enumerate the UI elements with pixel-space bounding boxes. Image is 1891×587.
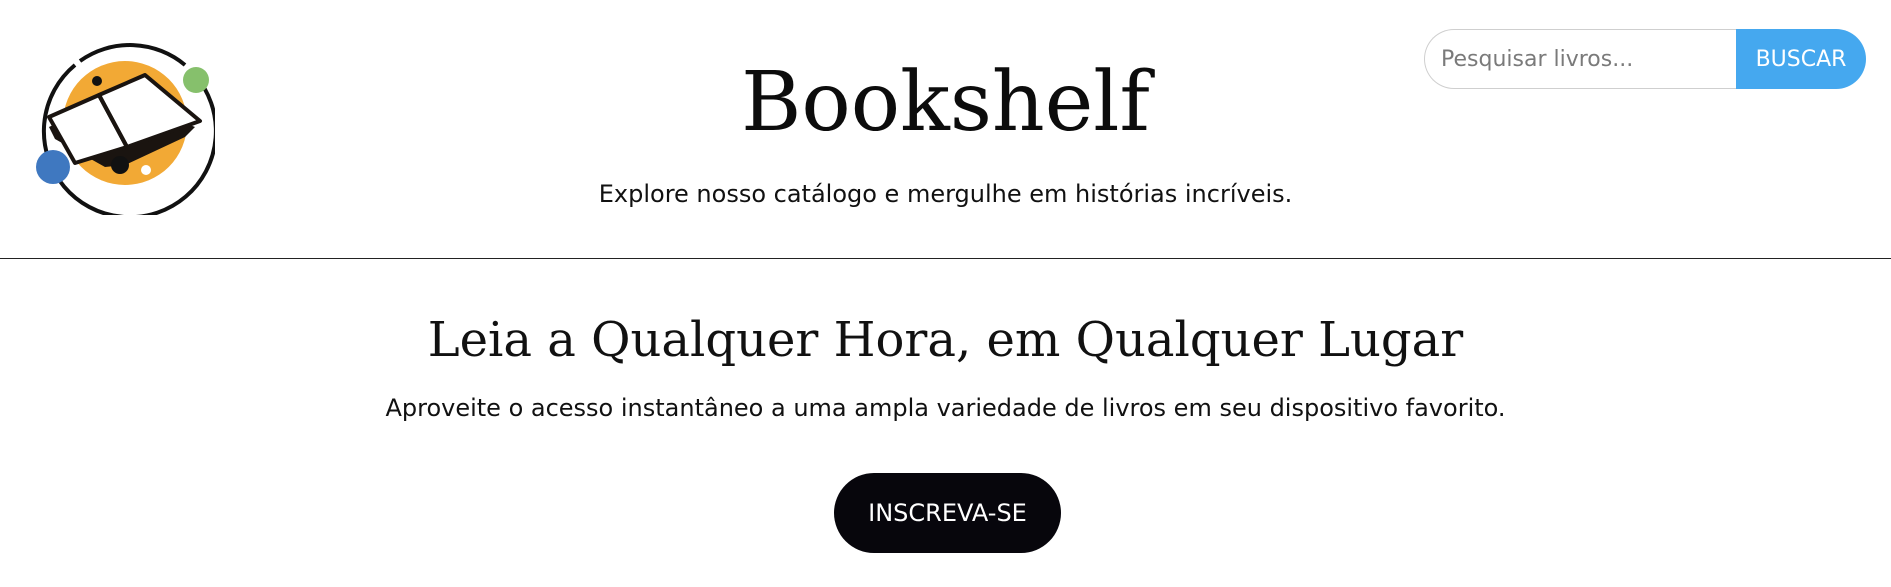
site-tagline: Explore nosso catálogo e mergulhe em his…: [598, 180, 1293, 208]
search-form: BUSCAR: [1424, 29, 1866, 89]
logo-dot: [141, 165, 151, 175]
logo-dot: [111, 156, 129, 174]
site-header: Bookshelf Explore nosso catálogo e mergu…: [0, 0, 1891, 259]
subscribe-button[interactable]: INSCREVA-SE: [834, 473, 1061, 553]
search-button[interactable]: BUSCAR: [1736, 29, 1866, 89]
search-input[interactable]: [1424, 29, 1736, 89]
page: Bookshelf Explore nosso catálogo e mergu…: [0, 0, 1891, 587]
hero-subtitle: Aproveite o acesso instantâneo a uma amp…: [385, 394, 1506, 422]
hero-title: Leia a Qualquer Hora, em Qualquer Lugar: [427, 312, 1464, 368]
